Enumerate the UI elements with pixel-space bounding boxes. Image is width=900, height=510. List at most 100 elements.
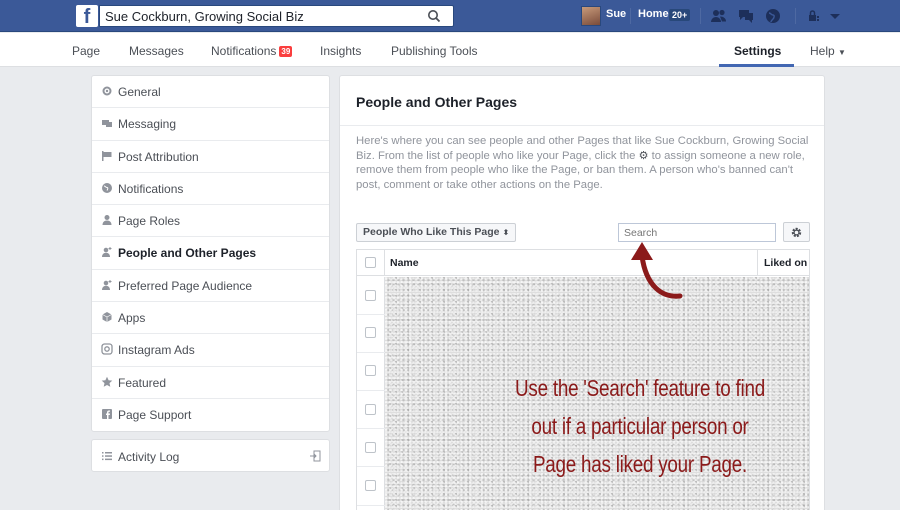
row-divider bbox=[357, 505, 385, 506]
sidebar-item-general[interactable]: General bbox=[92, 76, 329, 109]
divider bbox=[340, 125, 824, 126]
sidebar-item-featured[interactable]: Featured bbox=[92, 367, 329, 399]
sidebar-item-label: Post Attribution bbox=[118, 149, 199, 164]
tab-help[interactable]: Help ▼ bbox=[810, 44, 846, 58]
globe-icon bbox=[102, 182, 112, 193]
tab-messages[interactable]: Messages bbox=[129, 44, 184, 58]
annotation-arrow-icon bbox=[631, 242, 683, 299]
annotation-line: Use the 'Search' feature to find bbox=[515, 375, 765, 401]
sidebar-item-label: Notifications bbox=[118, 181, 184, 196]
facebook-page-icon bbox=[102, 408, 112, 419]
global-search-input[interactable] bbox=[100, 6, 420, 26]
sidebar-item-page-support[interactable]: Page Support bbox=[92, 399, 329, 431]
sidebar-item-label: People and Other Pages bbox=[118, 246, 257, 261]
row-divider bbox=[357, 466, 385, 467]
sidebar-item-label: Page Roles bbox=[118, 214, 181, 229]
row-checkbox[interactable] bbox=[365, 480, 376, 491]
column-header-liked-on[interactable]: Liked on bbox=[757, 250, 809, 276]
people-and-other-pages-panel: People and Other Pages Here's where you … bbox=[339, 75, 825, 510]
globe-icon[interactable] bbox=[764, 7, 782, 25]
activity-log-label: Activity Log bbox=[118, 450, 180, 464]
sidebar-item-label: Featured bbox=[118, 375, 167, 390]
flag-icon bbox=[102, 150, 112, 161]
open-external-icon[interactable] bbox=[309, 450, 321, 462]
row-checkbox-column bbox=[357, 277, 385, 510]
audience-filter-dropdown[interactable]: People Who Like This Page ⬍ bbox=[356, 223, 517, 242]
privacy-shortcuts-icon[interactable] bbox=[806, 7, 824, 25]
column-header-liked-on-label: Liked on bbox=[764, 257, 808, 269]
row-checkbox[interactable] bbox=[365, 442, 376, 453]
star-icon bbox=[101, 376, 113, 387]
tab-notifications-label: Notifications bbox=[211, 44, 277, 58]
sidebar-item-label: Preferred Page Audience bbox=[118, 278, 253, 293]
sidebar-item-people-and-other-pages[interactable]: People and Other Pages bbox=[92, 237, 329, 270]
person-plus-icon bbox=[102, 247, 112, 258]
row-checkbox[interactable] bbox=[365, 404, 376, 415]
row-checkbox[interactable] bbox=[365, 327, 376, 338]
top-bar: f Sue Home 20+ bbox=[0, 0, 900, 32]
tab-insights[interactable]: Insights bbox=[320, 44, 361, 58]
audience-filter-label: People Who Like This Page bbox=[363, 226, 500, 238]
page-title: People and Other Pages bbox=[356, 94, 518, 110]
row-checkbox[interactable] bbox=[365, 365, 376, 376]
sidebar-item-label: Apps bbox=[118, 311, 146, 326]
sidebar-item-notifications[interactable]: Notifications bbox=[92, 173, 329, 206]
sidebar-item-apps[interactable]: Apps bbox=[92, 302, 329, 335]
settings-sidebar: General Messaging Post Attribution Notif… bbox=[91, 75, 330, 433]
sidebar-item-messaging[interactable]: Messaging bbox=[92, 108, 329, 141]
sidebar-item-label: Page Support bbox=[118, 407, 192, 422]
sort-arrows-icon: ⬍ bbox=[502, 228, 510, 237]
sidebar-item-preferred-page-audience[interactable]: Preferred Page Audience bbox=[92, 270, 329, 303]
divider bbox=[630, 8, 631, 24]
home-badge: 20+ bbox=[669, 9, 691, 21]
row-checkbox[interactable] bbox=[365, 290, 376, 301]
person-icon bbox=[102, 215, 112, 226]
chevron-down-icon: ▼ bbox=[838, 48, 846, 57]
sidebar-item-post-attribution[interactable]: Post Attribution bbox=[92, 141, 329, 173]
notifications-badge: 39 bbox=[279, 46, 293, 57]
list-icon bbox=[102, 452, 112, 461]
search-icon[interactable] bbox=[427, 9, 441, 23]
blurred-rows-overlay: Use the 'Search' feature to find out if … bbox=[385, 277, 809, 510]
profile-link[interactable]: Sue bbox=[606, 8, 626, 20]
tab-page[interactable]: Page bbox=[72, 44, 100, 58]
home-link[interactable]: Home bbox=[638, 8, 669, 20]
column-header-name[interactable]: Name bbox=[390, 257, 419, 269]
annotation-text: Use the 'Search' feature to find out if … bbox=[513, 369, 767, 483]
divider bbox=[700, 8, 701, 24]
gear-icon bbox=[102, 86, 112, 96]
gear-icon: ⚙ bbox=[638, 149, 649, 162]
cube-icon bbox=[102, 312, 112, 323]
avatar[interactable] bbox=[581, 6, 601, 26]
table-header: Name Liked on bbox=[357, 250, 809, 276]
tab-publishing-tools[interactable]: Publishing Tools bbox=[391, 44, 478, 58]
chevron-down-icon[interactable] bbox=[826, 7, 844, 25]
row-divider bbox=[357, 428, 385, 429]
active-tab-indicator bbox=[719, 64, 794, 67]
friend-requests-icon[interactable] bbox=[710, 7, 728, 25]
activity-log-link[interactable]: Activity Log bbox=[91, 439, 330, 472]
sidebar-item-label: Messaging bbox=[118, 117, 177, 132]
sidebar-item-instagram-ads[interactable]: Instagram Ads bbox=[92, 334, 329, 367]
row-divider bbox=[357, 390, 385, 391]
settings-gear-button[interactable] bbox=[783, 222, 810, 242]
facebook-logo-icon[interactable]: f bbox=[76, 5, 98, 27]
annotation-line: out if a particular person or bbox=[531, 413, 749, 439]
tab-settings[interactable]: Settings bbox=[734, 44, 781, 58]
people-table: Name Liked on Use the 'Search' feature t… bbox=[356, 249, 810, 510]
messages-icon[interactable] bbox=[737, 7, 755, 25]
page-nav: Page Messages Notifications 39 Insights P… bbox=[0, 33, 900, 67]
tab-notifications[interactable]: Notifications 39 bbox=[211, 44, 293, 58]
gear-icon bbox=[791, 227, 802, 238]
select-all-cell bbox=[357, 250, 385, 276]
divider bbox=[795, 8, 796, 24]
sidebar-item-page-roles[interactable]: Page Roles bbox=[92, 205, 329, 238]
messaging-icon bbox=[102, 120, 112, 128]
annotation-line: Page has liked your Page. bbox=[532, 451, 748, 477]
instagram-icon bbox=[101, 343, 113, 356]
row-divider bbox=[357, 314, 385, 315]
global-search-box[interactable] bbox=[99, 5, 454, 27]
select-all-checkbox[interactable] bbox=[365, 257, 376, 268]
row-divider bbox=[357, 352, 385, 353]
person-plus-icon bbox=[102, 279, 112, 290]
